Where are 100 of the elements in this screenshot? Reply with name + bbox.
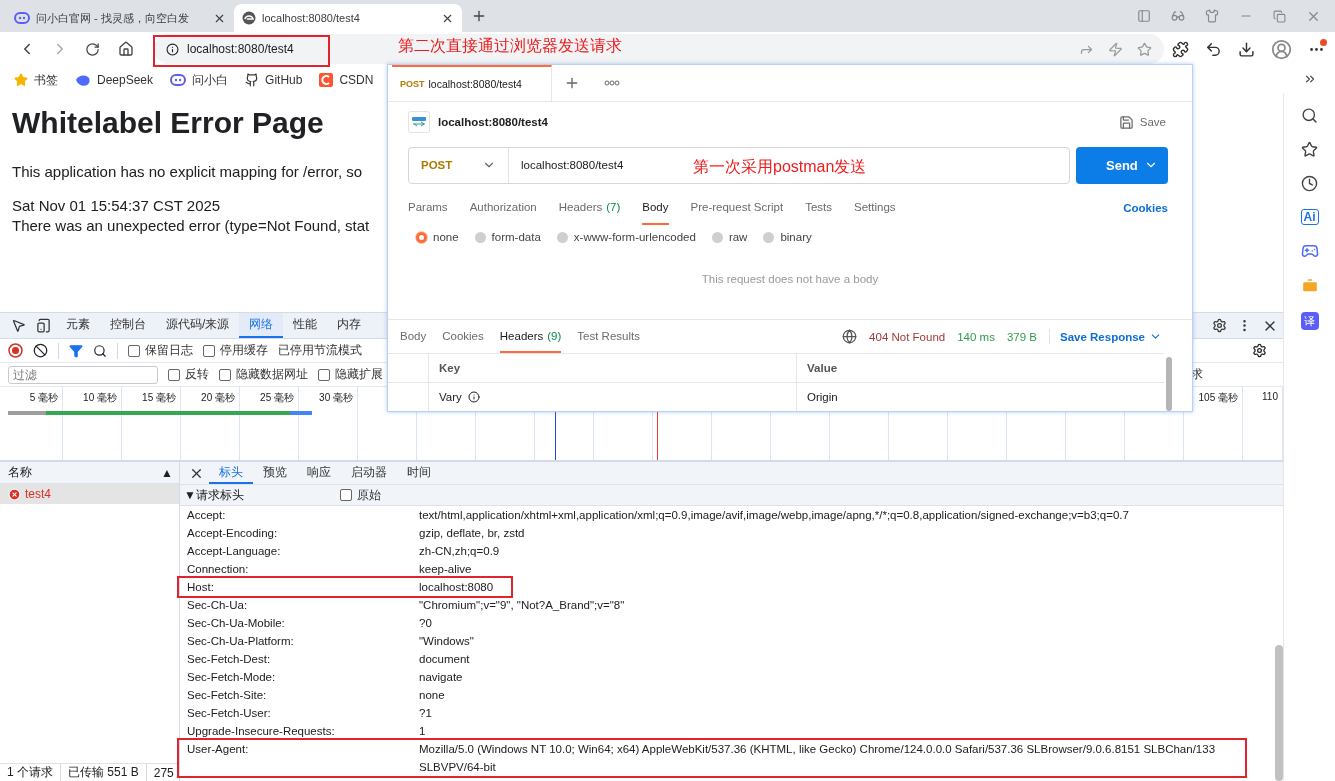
shirt-icon[interactable] xyxy=(1205,9,1219,23)
browser-tab[interactable]: localhost:8080/test4 xyxy=(234,4,462,32)
devtools-tab[interactable]: 源代码/来源 xyxy=(156,313,240,338)
ai-badge[interactable]: Ai xyxy=(1300,209,1319,225)
record-icon[interactable] xyxy=(8,343,23,358)
body-type-option[interactable]: raw xyxy=(711,231,748,244)
body-type-option[interactable]: x-www-form-urlencoded xyxy=(556,231,696,244)
bookmark[interactable]: DeepSeek xyxy=(75,73,154,87)
checkbox-label[interactable]: 反转 xyxy=(168,366,209,383)
bookmark[interactable]: 问小白 xyxy=(170,71,229,89)
section-header[interactable]: ▼请求标头 xyxy=(184,486,340,504)
checkbox[interactable] xyxy=(168,368,180,381)
settings-icon[interactable] xyxy=(1252,343,1267,358)
request-option-tab[interactable]: Settings xyxy=(854,191,896,226)
body-type-option[interactable]: form-data xyxy=(474,231,541,244)
new-tab-icon[interactable] xyxy=(564,75,580,91)
response-tab[interactable]: Test Results xyxy=(577,320,640,353)
clear-icon[interactable] xyxy=(33,343,48,358)
request-row[interactable]: test4 xyxy=(0,484,179,504)
devtools-tab[interactable]: 元素 xyxy=(56,313,100,338)
detail-tab[interactable]: 启动器 xyxy=(341,462,397,484)
reload-icon[interactable] xyxy=(85,41,100,57)
search-icon[interactable] xyxy=(1301,107,1318,124)
checkbox-label[interactable]: 隐藏数据网址 xyxy=(219,366,308,383)
clock-icon[interactable] xyxy=(1301,175,1318,192)
cookies-link[interactable]: Cookies xyxy=(1123,191,1168,226)
column-header[interactable]: 名称 ▲ xyxy=(0,462,179,484)
response-tab[interactable]: Cookies xyxy=(442,320,484,353)
response-tab[interactable]: Headers (9) xyxy=(499,320,562,353)
star-icon[interactable] xyxy=(1137,41,1152,57)
method-dropdown[interactable]: POST xyxy=(409,147,509,183)
devtools-tab[interactable]: 网络 xyxy=(239,313,284,338)
inspect-icon[interactable] xyxy=(11,318,26,333)
response-size: 379 B xyxy=(1006,330,1037,343)
devtools-tab[interactable]: 内存 xyxy=(327,313,372,338)
request-option-tab[interactable]: Pre-request Script xyxy=(690,191,784,226)
detail-tab[interactable]: 预览 xyxy=(253,462,297,484)
checkbox[interactable] xyxy=(219,368,231,381)
translate-tile[interactable]: 译 xyxy=(1300,312,1319,330)
extensions-icon[interactable] xyxy=(1172,40,1189,58)
radio-button[interactable] xyxy=(416,231,427,243)
checkbox[interactable] xyxy=(203,344,215,357)
radio-button[interactable] xyxy=(763,231,775,243)
info-icon[interactable] xyxy=(166,42,179,56)
body-type-option[interactable]: binary xyxy=(763,231,812,244)
radio-button[interactable] xyxy=(556,231,568,243)
glasses-icon[interactable] xyxy=(1171,9,1185,23)
send-button[interactable]: Send xyxy=(1076,146,1168,184)
detail-tab[interactable]: 响应 xyxy=(297,462,341,484)
checkbox-label[interactable]: 保留日志 xyxy=(128,342,193,359)
header-name: Sec-Ch-Ua-Mobile: xyxy=(187,617,285,629)
request-option-tab[interactable]: Headers (7) xyxy=(558,191,621,226)
save-button[interactable]: Save xyxy=(1112,113,1172,131)
home-icon[interactable] xyxy=(117,41,134,57)
search-icon[interactable] xyxy=(93,343,107,358)
github-icon xyxy=(245,73,260,87)
checkbox-label[interactable]: 隐藏扩展 xyxy=(318,366,383,383)
time-tick: 30 毫秒 xyxy=(319,392,353,403)
request-option-tab[interactable]: Params xyxy=(408,191,448,226)
save-response-button[interactable]: Save Response xyxy=(1049,329,1168,345)
restore-icon[interactable] xyxy=(1273,9,1286,23)
request-option-tab[interactable]: Authorization xyxy=(469,191,537,226)
globe-icon[interactable] xyxy=(842,329,858,345)
time-tick: 5 毫秒 xyxy=(29,392,58,403)
throttle-dropdown[interactable]: 已停用节流模式 xyxy=(278,342,362,359)
devtools-tab[interactable]: 性能 xyxy=(283,313,328,338)
scrollbar-thumb[interactable] xyxy=(1275,645,1283,781)
filter-icon[interactable] xyxy=(69,343,83,358)
devtools-tab[interactable]: 控制台 xyxy=(100,313,156,338)
body-type-option[interactable]: none xyxy=(416,231,459,244)
request-option-tab[interactable]: Body xyxy=(642,191,669,226)
checkbox[interactable] xyxy=(128,344,140,357)
checkbox-label[interactable]: 原始 xyxy=(340,486,381,504)
header-value: gzip, deflate, br, zstd xyxy=(419,526,525,541)
request-option-tab[interactable]: Tests xyxy=(805,191,833,226)
checkbox[interactable] xyxy=(340,489,352,501)
device-icon[interactable] xyxy=(36,318,51,333)
radio-button[interactable] xyxy=(474,231,486,243)
bookmark[interactable]: CSDN xyxy=(319,73,374,87)
request-tab[interactable]: POST localhost:8080/test4 xyxy=(392,65,552,101)
header-name: Accept: xyxy=(187,509,226,521)
info-icon[interactable] xyxy=(467,391,480,403)
chat-bubble-icon xyxy=(170,73,187,87)
filter-field[interactable]: 过滤 xyxy=(8,365,158,384)
undo-icon[interactable] xyxy=(1205,40,1222,58)
settings-icon[interactable] xyxy=(1212,318,1227,333)
download-icon[interactable] xyxy=(1238,40,1255,58)
header-value: 1 xyxy=(419,724,426,739)
avatar-icon[interactable] xyxy=(1271,38,1292,60)
scrollbar-thumb[interactable] xyxy=(1166,357,1172,411)
star-icon[interactable] xyxy=(1301,141,1318,158)
response-tab[interactable]: Body xyxy=(400,320,427,353)
radio-button[interactable] xyxy=(711,231,723,243)
browser-tab[interactable]: 问小白官网 - 找灵感，向空白发 xyxy=(6,4,234,32)
bookmark[interactable]: GitHub xyxy=(245,73,303,87)
bookmark[interactable]: 书签 xyxy=(14,71,58,89)
checkbox[interactable] xyxy=(318,368,330,381)
gamepad-icon[interactable] xyxy=(1300,242,1319,260)
checkbox-label[interactable]: 停用缓存 xyxy=(203,342,268,359)
detail-tab[interactable]: 时间 xyxy=(397,462,441,484)
